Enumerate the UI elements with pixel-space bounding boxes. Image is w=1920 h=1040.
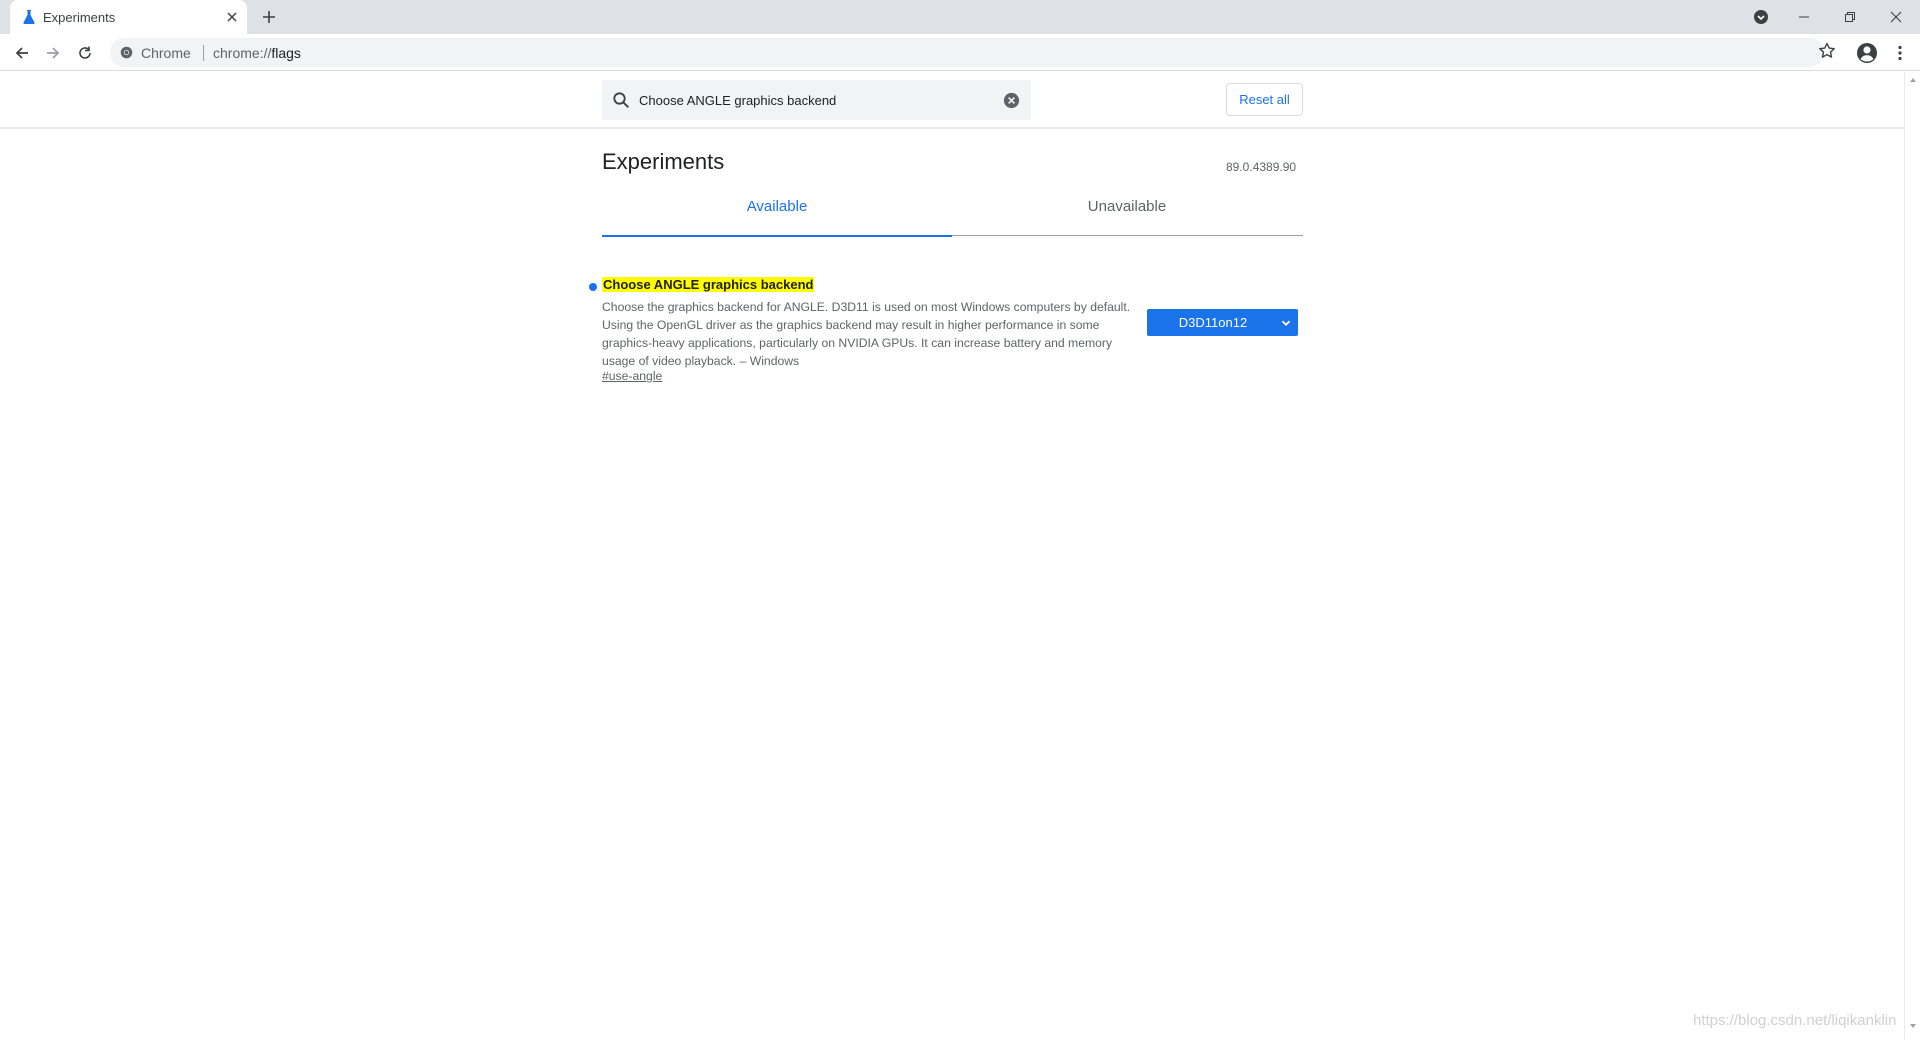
selected-option: D3D11on12 <box>1178 315 1248 330</box>
url-scheme: chrome:// <box>213 45 272 61</box>
url-text[interactable]: chrome://flags <box>213 45 301 61</box>
reset-all-button[interactable]: Reset all <box>1226 83 1303 116</box>
minimize-button[interactable] <box>1781 0 1827 34</box>
chevron-down-icon <box>1281 320 1291 326</box>
browser-toolbar: Chrome chrome://flags <box>0 34 1920 71</box>
more-vertical-icon <box>1898 45 1902 61</box>
close-window-button[interactable] <box>1873 0 1919 34</box>
scroll-up-arrow-icon[interactable] <box>1909 76 1917 84</box>
profile-avatar-icon[interactable] <box>1854 40 1880 66</box>
site-chip[interactable]: Chrome <box>141 45 191 61</box>
chip-divider <box>203 45 204 61</box>
url-host: flags <box>271 45 301 61</box>
forward-button[interactable] <box>40 40 66 66</box>
arrow-right-icon <box>47 47 60 59</box>
modified-indicator-dot <box>589 283 597 291</box>
restore-icon <box>1845 12 1855 22</box>
reload-button[interactable] <box>72 40 98 66</box>
restore-button[interactable] <box>1827 0 1873 34</box>
search-input[interactable] <box>639 80 999 120</box>
arrow-left-icon <box>15 47 28 59</box>
tab-unavailable[interactable]: Unavailable <box>952 192 1302 236</box>
flags-page: Reset all Experiments 89.0.4389.90 Avail… <box>0 72 1904 1040</box>
flag-tabs: Available Unavailable <box>602 192 1303 237</box>
tab-strip: Experiments <box>0 0 1920 34</box>
page-title: Experiments <box>602 149 725 174</box>
address-bar[interactable]: Chrome chrome://flags <box>110 38 1824 67</box>
close-icon <box>1890 11 1902 23</box>
tab-title: Experiments <box>43 10 116 25</box>
page-scrollbar[interactable] <box>1904 72 1920 1040</box>
reload-icon <box>79 46 91 59</box>
back-button[interactable] <box>9 40 35 66</box>
flask-icon <box>23 10 35 24</box>
search-box[interactable] <box>602 80 1031 120</box>
chrome-icon <box>120 46 133 59</box>
bookmark-star-icon[interactable] <box>1816 40 1838 62</box>
search-icon <box>613 92 629 108</box>
experiment-title: Choose ANGLE graphics backend <box>602 277 815 292</box>
browser-tab[interactable]: Experiments <box>10 0 247 34</box>
browser-menu-button[interactable] <box>1888 40 1912 66</box>
clear-search-icon[interactable] <box>1003 92 1020 109</box>
watermark-text: https://blog.csdn.net/liqikanklin <box>1693 1012 1897 1029</box>
experiment-select[interactable]: D3D11on12 <box>1147 309 1298 336</box>
close-icon[interactable] <box>222 7 242 27</box>
tab-search-button[interactable] <box>1738 0 1784 34</box>
minimize-icon <box>1799 16 1809 18</box>
version-label: 89.0.4389.90 <box>1226 160 1297 174</box>
tab-available[interactable]: Available <box>602 192 952 237</box>
scroll-down-arrow-icon[interactable] <box>1909 1022 1917 1030</box>
experiment-permalink[interactable]: #use-angle <box>602 369 662 383</box>
experiment-item: Choose ANGLE graphics backend Choose the… <box>588 277 1308 387</box>
experiment-description: Choose the graphics backend for ANGLE. D… <box>602 300 1131 368</box>
search-header: Reset all <box>0 72 1904 129</box>
chevron-down-icon <box>1754 10 1768 24</box>
new-tab-button[interactable] <box>258 6 280 28</box>
